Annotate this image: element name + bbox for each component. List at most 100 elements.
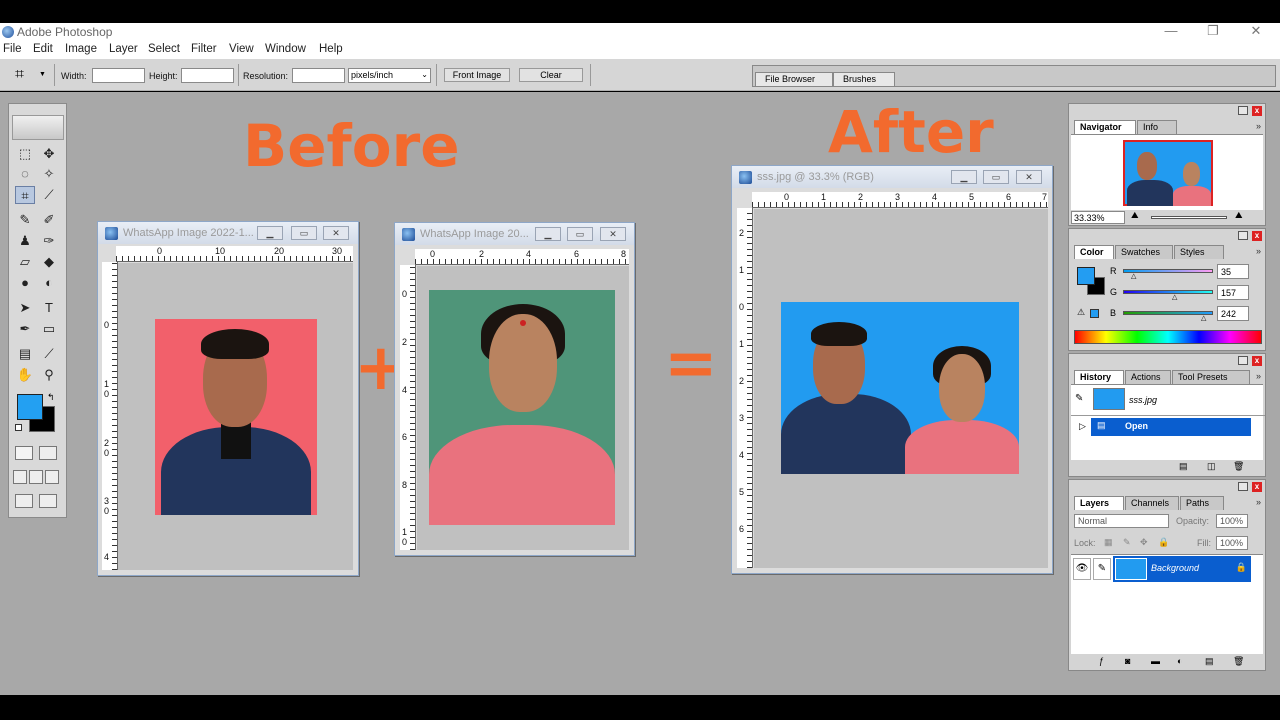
- type-tool-icon[interactable]: T: [39, 299, 59, 317]
- move-tool-icon[interactable]: ✥: [39, 145, 59, 163]
- zoom-slider[interactable]: [1151, 216, 1227, 219]
- red-slider[interactable]: [1123, 269, 1213, 273]
- doc-maximize-icon[interactable]: ▭: [291, 226, 317, 240]
- slider-handle-icon[interactable]: △: [1131, 272, 1136, 280]
- history-brush-tool-icon[interactable]: ✑: [39, 232, 59, 250]
- paths-tab[interactable]: Paths: [1180, 496, 1224, 510]
- pen-tool-icon[interactable]: ✒: [15, 320, 35, 338]
- channels-tab[interactable]: Channels: [1125, 496, 1179, 510]
- front-image-button[interactable]: Front Image: [444, 68, 510, 82]
- red-value[interactable]: 35: [1217, 264, 1249, 279]
- adjustment-layer-icon[interactable]: ◐: [1177, 656, 1182, 666]
- panel-minimize-icon[interactable]: [1238, 356, 1248, 365]
- menu-image[interactable]: Image: [65, 43, 97, 55]
- blue-value[interactable]: 242: [1217, 306, 1249, 321]
- close-icon[interactable]: ✕: [1236, 23, 1276, 39]
- panel-minimize-icon[interactable]: [1238, 482, 1248, 491]
- layer-row-background[interactable]: Background 🔒: [1113, 556, 1251, 582]
- fill-input[interactable]: 100%: [1216, 536, 1248, 550]
- width-input[interactable]: [92, 68, 145, 83]
- edit-in-imageready-icon[interactable]: [39, 494, 57, 508]
- dodge-tool-icon[interactable]: ◐: [39, 274, 59, 292]
- panel-menu-icon[interactable]: »: [1256, 121, 1261, 131]
- brush-tool-icon[interactable]: ✐: [39, 211, 59, 229]
- full-screen-menu-mode-icon[interactable]: [29, 470, 43, 484]
- slider-handle-icon[interactable]: △: [1172, 293, 1177, 301]
- minimize-icon[interactable]: —: [1151, 23, 1191, 38]
- brush-link-icon[interactable]: ✎: [1093, 558, 1111, 580]
- navigator-tab[interactable]: Navigator: [1074, 120, 1136, 134]
- document-canvas[interactable]: [118, 263, 353, 570]
- zoom-tool-icon[interactable]: ⚲: [39, 366, 59, 384]
- history-state-open[interactable]: ▤ Open: [1091, 418, 1251, 436]
- lock-image-icon[interactable]: ✎: [1123, 537, 1131, 548]
- doc-maximize-icon[interactable]: ▭: [983, 170, 1009, 184]
- slider-handle-icon[interactable]: △: [1201, 314, 1206, 322]
- zoom-out-icon[interactable]: ⛰: [1131, 210, 1139, 221]
- panel-close-icon[interactable]: x: [1252, 356, 1262, 366]
- hand-tool-icon[interactable]: ✋: [15, 366, 35, 384]
- menu-layer[interactable]: Layer: [109, 43, 138, 55]
- panel-close-icon[interactable]: x: [1252, 106, 1262, 116]
- blend-mode-select[interactable]: Normal: [1074, 514, 1169, 528]
- panel-minimize-icon[interactable]: [1238, 231, 1248, 240]
- document-titlebar[interactable]: sss.jpg @ 33.3% (RGB) ▁ ▭ ✕: [732, 166, 1052, 188]
- lock-position-icon[interactable]: ✥: [1140, 537, 1148, 548]
- photoshop-feather-icon[interactable]: [12, 115, 64, 140]
- snapshot-name[interactable]: sss.jpg: [1129, 395, 1157, 405]
- slice-tool-icon[interactable]: ⟋: [39, 186, 59, 204]
- paint-bucket-tool-icon[interactable]: ◆: [39, 253, 59, 271]
- standard-mode-icon[interactable]: [15, 446, 33, 460]
- color-tab[interactable]: Color: [1074, 245, 1114, 259]
- menu-help[interactable]: Help: [319, 43, 343, 55]
- menu-window[interactable]: Window: [265, 43, 306, 55]
- menu-select[interactable]: Select: [148, 43, 180, 55]
- menu-view[interactable]: View: [229, 43, 254, 55]
- eraser-tool-icon[interactable]: ▱: [15, 253, 35, 271]
- foreground-color-swatch[interactable]: [1077, 267, 1095, 285]
- blue-slider[interactable]: [1123, 311, 1213, 315]
- green-value[interactable]: 157: [1217, 285, 1249, 300]
- zoom-value[interactable]: 33.33%: [1071, 211, 1125, 224]
- full-screen-mode-icon[interactable]: [45, 470, 59, 484]
- panel-menu-icon[interactable]: »: [1256, 246, 1261, 256]
- restore-icon[interactable]: ❐: [1193, 23, 1233, 39]
- document-window-1[interactable]: WhatsApp Image 2022-1... ▁ ▭ ✕ 0 10 20 3…: [97, 221, 359, 576]
- new-snapshot-icon[interactable]: ◫: [1207, 461, 1216, 472]
- swatches-tab[interactable]: Swatches: [1115, 245, 1173, 259]
- new-document-from-state-icon[interactable]: ▤: [1179, 461, 1188, 472]
- lock-all-icon[interactable]: 🔒: [1158, 537, 1169, 548]
- green-slider[interactable]: [1123, 290, 1213, 294]
- layers-tab[interactable]: Layers: [1074, 496, 1124, 510]
- default-colors-icon[interactable]: [15, 424, 22, 431]
- brushes-tab[interactable]: Brushes: [833, 72, 895, 86]
- shape-tool-icon[interactable]: ▭: [39, 320, 59, 338]
- doc-minimize-icon[interactable]: ▁: [257, 226, 283, 240]
- menu-edit[interactable]: Edit: [33, 43, 53, 55]
- foreground-color-swatch[interactable]: [17, 394, 43, 420]
- doc-minimize-icon[interactable]: ▁: [535, 227, 561, 241]
- eyedropper-tool-icon[interactable]: ⟋: [39, 345, 59, 363]
- info-tab[interactable]: Info: [1137, 120, 1177, 134]
- marquee-tool-icon[interactable]: ⬚: [15, 145, 35, 163]
- panel-minimize-icon[interactable]: [1238, 106, 1248, 115]
- panel-menu-icon[interactable]: »: [1256, 371, 1261, 381]
- history-brush-source-icon[interactable]: ✎: [1075, 393, 1083, 404]
- path-selection-tool-icon[interactable]: ➤: [15, 299, 35, 317]
- tool-preset-dropdown-icon[interactable]: ▼: [39, 71, 46, 78]
- swap-colors-icon[interactable]: ↰: [47, 392, 55, 403]
- color-ramp[interactable]: [1074, 330, 1262, 344]
- panel-menu-icon[interactable]: »: [1256, 497, 1261, 507]
- menu-filter[interactable]: Filter: [191, 43, 217, 55]
- styles-tab[interactable]: Styles: [1174, 245, 1224, 259]
- resolution-input[interactable]: [292, 68, 345, 83]
- navigator-thumbnail[interactable]: [1123, 140, 1213, 206]
- lock-transparent-icon[interactable]: ▦: [1104, 537, 1113, 548]
- document-window-result[interactable]: sss.jpg @ 33.3% (RGB) ▁ ▭ ✕ 0 1 2 3 4 5 …: [731, 165, 1053, 574]
- doc-close-icon[interactable]: ✕: [323, 226, 349, 240]
- doc-close-icon[interactable]: ✕: [600, 227, 626, 241]
- crop-tool-icon[interactable]: ⌗: [15, 186, 35, 204]
- visibility-eye-icon[interactable]: 👁: [1073, 558, 1091, 580]
- menu-file[interactable]: File: [3, 43, 22, 55]
- panel-close-icon[interactable]: x: [1252, 231, 1262, 241]
